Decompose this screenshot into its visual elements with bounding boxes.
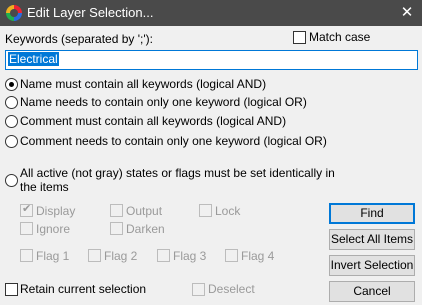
lock-checkbox[interactable]	[199, 204, 212, 217]
flag4-checkbox[interactable]	[225, 249, 238, 262]
radio-name-all-label[interactable]: Name must contain all keywords (logical …	[20, 77, 266, 91]
display-checkbox[interactable]: ✔	[20, 203, 33, 217]
retain-selection-label[interactable]: Retain current selection	[20, 282, 146, 296]
radio-name-one[interactable]	[5, 96, 18, 109]
radio-name-one-label[interactable]: Name needs to contain only one keyword (…	[20, 95, 307, 109]
deselect-checkbox[interactable]	[192, 283, 205, 296]
radio-name-all[interactable]	[5, 78, 18, 91]
flag3-checkbox[interactable]	[157, 249, 170, 262]
keywords-label: Keywords (separated by ';'):	[5, 32, 153, 46]
radio-comment-all[interactable]	[5, 115, 18, 128]
title-bar: Edit Layer Selection... ✕	[0, 0, 422, 26]
keywords-value: Electrical	[8, 52, 59, 66]
window-title: Edit Layer Selection...	[27, 5, 154, 20]
app-logo-icon	[6, 5, 22, 21]
darken-label: Darken	[126, 222, 165, 236]
match-case-label[interactable]: Match case	[309, 30, 370, 44]
display-label: Display	[36, 204, 76, 218]
ignore-checkbox[interactable]	[20, 222, 33, 235]
cancel-button[interactable]: Cancel	[329, 281, 415, 302]
ignore-label: Ignore	[36, 222, 71, 236]
flag2-label: Flag 2	[104, 249, 138, 263]
radio-comment-one-label[interactable]: Comment needs to contain only one keywor…	[20, 134, 327, 148]
radio-selected-dot	[9, 82, 14, 87]
flag1-checkbox[interactable]	[20, 249, 33, 262]
find-button[interactable]: Find	[329, 203, 415, 224]
flag4-label: Flag 4	[241, 249, 275, 263]
flag2-checkbox[interactable]	[88, 249, 101, 262]
retain-selection-checkbox[interactable]	[5, 283, 18, 296]
output-label: Output	[126, 204, 163, 218]
radio-comment-all-label[interactable]: Comment must contain all keywords (logic…	[20, 114, 286, 128]
close-button[interactable]: ✕	[392, 0, 422, 26]
radio-states-flags[interactable]	[5, 174, 18, 187]
checkmark-icon: ✔	[22, 203, 32, 215]
output-checkbox[interactable]	[110, 204, 123, 217]
deselect-label: Deselect	[208, 282, 255, 296]
flag3-label: Flag 3	[173, 249, 207, 263]
keywords-input[interactable]: Electrical	[5, 50, 418, 70]
radio-states-flags-label[interactable]: All active (not gray) states or flags mu…	[20, 166, 340, 194]
darken-checkbox[interactable]	[110, 222, 123, 235]
radio-comment-one[interactable]	[5, 135, 18, 148]
flag1-label: Flag 1	[36, 249, 70, 263]
match-case-checkbox[interactable]	[293, 31, 306, 44]
lock-label: Lock	[215, 204, 241, 218]
invert-selection-button[interactable]: Invert Selection	[329, 255, 415, 276]
select-all-button[interactable]: Select All Items	[329, 229, 415, 250]
